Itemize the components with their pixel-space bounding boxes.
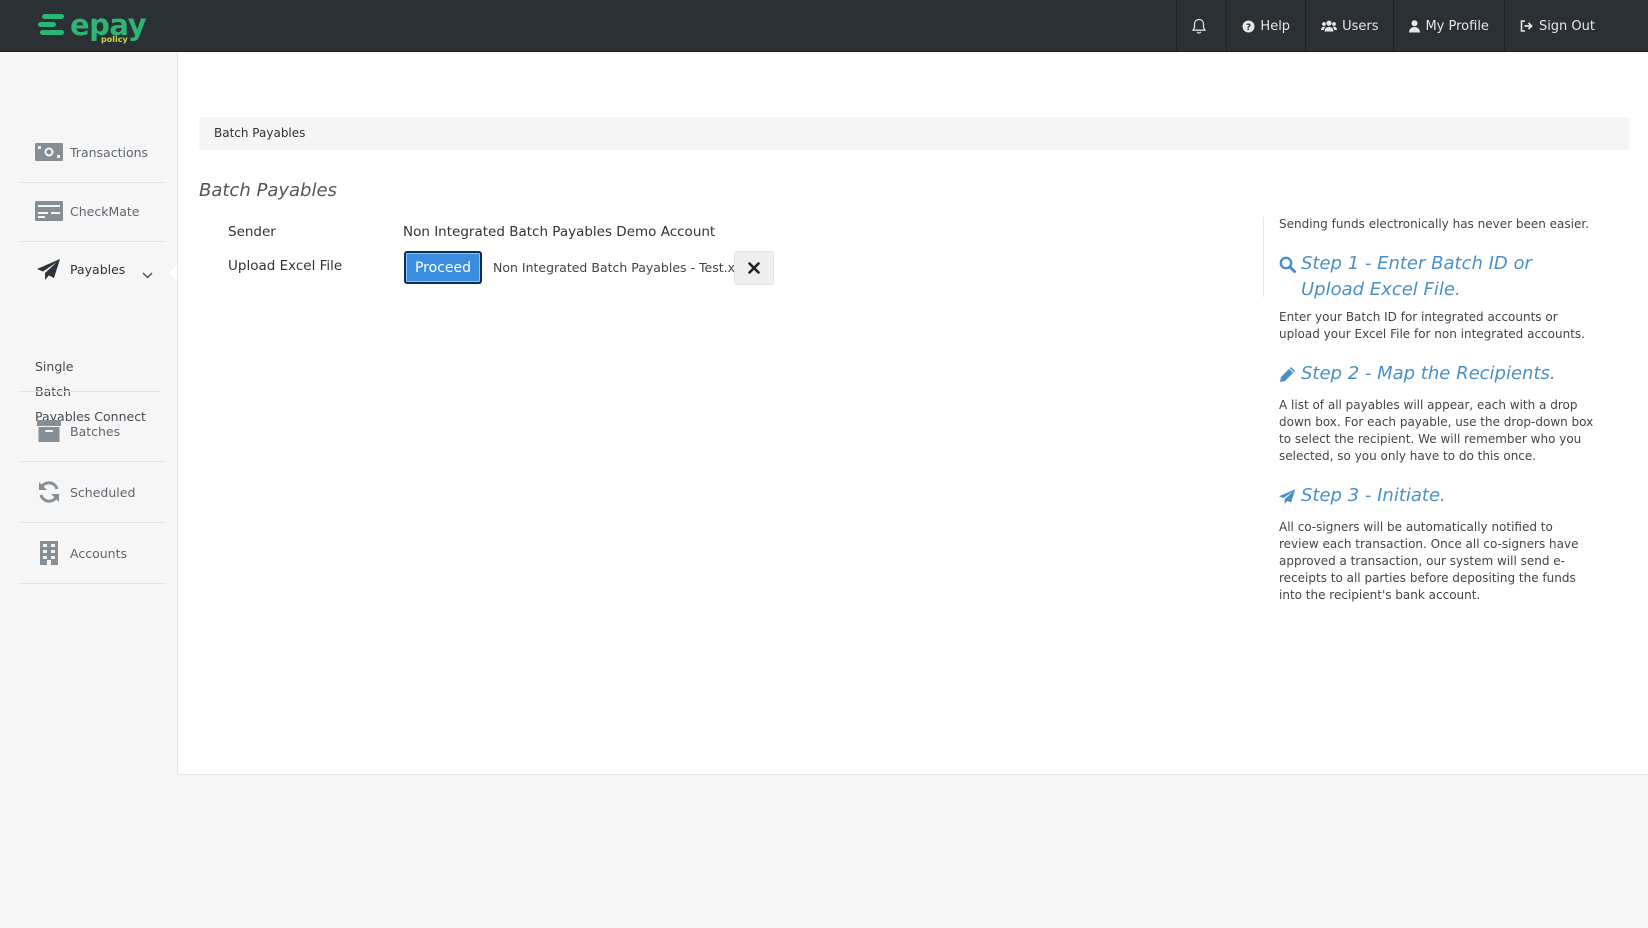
- money-icon: [34, 143, 64, 161]
- sidebar-item-batches[interactable]: Batches: [20, 401, 165, 462]
- step-2-title-text: Step 2 - Map the Recipients.: [1301, 363, 1556, 384]
- upload-excel-label: Upload Excel File: [228, 258, 343, 274]
- sidebar-label-payables: Payables: [70, 262, 126, 277]
- help-panel: Sending funds electronically has never b…: [1279, 216, 1594, 604]
- help-link[interactable]: ? Help: [1226, 0, 1305, 52]
- question-circle-icon: ?: [1242, 20, 1255, 33]
- sign-out-link[interactable]: Sign Out: [1503, 0, 1610, 52]
- cheque-icon: [34, 201, 64, 221]
- brand-tagline: policy: [101, 35, 128, 44]
- sender-value: Non Integrated Batch Payables Demo Accou…: [403, 224, 716, 240]
- sidebar-item-transactions[interactable]: Transactions: [20, 122, 165, 183]
- users-icon: [1321, 20, 1338, 32]
- step-3-text: All co-signers will be automatically not…: [1279, 520, 1579, 602]
- step-1-title-text: Step 1 - Enter Batch ID or Upload Excel …: [1301, 253, 1532, 300]
- breadcrumb: Batch Payables: [199, 117, 1629, 150]
- sidebar-label-scheduled: Scheduled: [70, 484, 136, 500]
- bell-icon: [1191, 18, 1207, 35]
- sidebar: Transactions CheckMate Payables Single B…: [0, 52, 177, 928]
- step-3-title: Step 3 - Initiate.: [1279, 483, 1594, 513]
- step-2-title: Step 2 - Map the Recipients.: [1279, 361, 1594, 391]
- svg-text:?: ?: [1246, 23, 1251, 33]
- pencil-icon: [1279, 365, 1296, 391]
- sidebar-label-accounts: Accounts: [70, 545, 127, 561]
- sidebar-item-scheduled[interactable]: Scheduled: [20, 462, 165, 523]
- chevron-down-icon: [142, 264, 153, 283]
- sender-label: Sender: [228, 224, 276, 240]
- brand-logo[interactable]: epay policy: [36, 10, 147, 44]
- sidebar-label-transactions: Transactions: [70, 144, 149, 160]
- sign-out-label: Sign Out: [1538, 18, 1595, 34]
- close-icon: [748, 259, 760, 278]
- my-profile-link[interactable]: My Profile: [1393, 0, 1503, 52]
- submenu-item-single[interactable]: Single: [35, 358, 146, 383]
- archive-box-icon: [34, 420, 64, 442]
- remove-file-button[interactable]: [734, 251, 774, 285]
- step-3-title-text: Step 3 - Initiate.: [1301, 485, 1446, 506]
- my-profile-label: My Profile: [1425, 18, 1489, 34]
- main-panel: Batch Payables Batch Payables Sender Non…: [177, 52, 1648, 775]
- uploaded-file-name: Non Integrated Batch Payables - Test.xls…: [493, 260, 753, 275]
- sidebar-label-batches: Batches: [70, 423, 121, 439]
- sidebar-item-accounts[interactable]: Accounts: [20, 523, 165, 584]
- search-icon: [1279, 255, 1296, 303]
- refresh-icon: [34, 480, 64, 504]
- user-icon: [1409, 19, 1421, 33]
- sidebar-item-payables[interactable]: Payables: [20, 239, 165, 300]
- step-1-title: Step 1 - Enter Batch ID or Upload Excel …: [1279, 251, 1594, 303]
- header-nav: ? Help Users My Profile Sign Out: [1176, 0, 1610, 52]
- sign-out-icon: [1520, 20, 1534, 32]
- paper-plane-icon: [34, 258, 64, 281]
- page-title: Batch Payables: [199, 180, 337, 201]
- paper-plane-icon: [1279, 487, 1296, 513]
- users-link[interactable]: Users: [1305, 0, 1393, 52]
- sidebar-label-checkmate: CheckMate: [70, 203, 140, 219]
- help-intro: Sending funds electronically has never b…: [1279, 217, 1590, 231]
- sidebar-divider: [20, 391, 160, 392]
- notifications-button[interactable]: [1176, 0, 1226, 52]
- top-navbar: epay policy ? Help Users My Profile Sign…: [0, 0, 1648, 52]
- users-label: Users: [1342, 18, 1379, 34]
- step-2-text: A list of all payables will appear, each…: [1279, 398, 1594, 463]
- proceed-button[interactable]: Proceed: [404, 251, 482, 284]
- step-1-text: Enter your Batch ID for integrated accou…: [1279, 310, 1585, 341]
- breadcrumb-current: Batch Payables: [214, 126, 306, 140]
- building-icon: [34, 541, 64, 565]
- sidebar-item-checkmate[interactable]: CheckMate: [20, 181, 165, 242]
- logo-mark-icon: [36, 14, 66, 40]
- help-label: Help: [1260, 18, 1291, 34]
